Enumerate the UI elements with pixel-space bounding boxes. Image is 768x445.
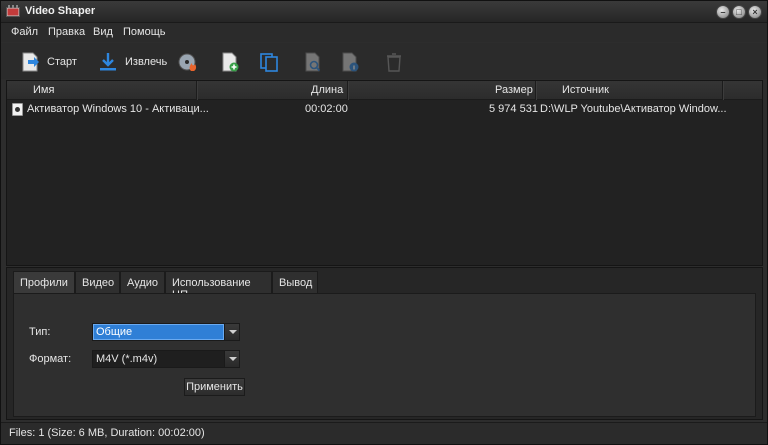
tab-output[interactable]: Вывод	[272, 271, 318, 293]
chevron-down-icon[interactable]	[224, 351, 239, 367]
preview-button[interactable]	[302, 49, 324, 75]
format-label: Формат:	[29, 353, 72, 365]
column-duration[interactable]: Длина	[311, 84, 343, 96]
download-icon	[100, 53, 116, 71]
tab-audio[interactable]: Аудио	[120, 271, 165, 293]
extract-button[interactable]: Извлечь	[97, 49, 167, 75]
menu-view[interactable]: Вид	[93, 26, 113, 38]
film-icon	[6, 5, 20, 17]
video-file-icon	[12, 103, 23, 116]
tab-cpu-usage[interactable]: Использование ЦП	[165, 271, 272, 301]
column-separator[interactable]	[722, 81, 723, 100]
settings-panel: Профили Видео Аудио Использование ЦП Выв…	[6, 267, 763, 420]
type-select[interactable]: Общие	[92, 323, 240, 341]
trash-icon	[387, 53, 401, 72]
menu-help[interactable]: Помощь	[123, 26, 166, 38]
menu-bar: Файл Правка Вид Помощь	[1, 23, 767, 42]
delete-button[interactable]	[383, 49, 405, 75]
add-file-icon	[222, 52, 239, 72]
column-separator[interactable]	[535, 81, 536, 100]
column-source[interactable]: Источник	[562, 84, 609, 96]
info-button[interactable]	[339, 49, 361, 75]
file-list[interactable]: Имя Длина Размер Источник Активатор Wind…	[6, 80, 763, 266]
main-window: Video Shaper – □ × Файл Правка Вид Помощ…	[0, 0, 768, 445]
minimize-button[interactable]: –	[716, 5, 730, 19]
status-bar: Files: 1 (Size: 6 MB, Duration: 00:02:00…	[1, 422, 767, 444]
start-button[interactable]: Старт	[19, 49, 77, 75]
cell-name: Активатор Windows 10 - Активаци...	[27, 103, 209, 115]
tab-profiles[interactable]: Профили	[13, 271, 75, 295]
title-bar[interactable]: Video Shaper – □ ×	[1, 1, 767, 23]
column-separator[interactable]	[196, 81, 197, 100]
close-button[interactable]: ×	[748, 5, 762, 19]
tab-video[interactable]: Видео	[75, 271, 120, 293]
start-label: Старт	[47, 56, 77, 68]
status-text: Files: 1 (Size: 6 MB, Duration: 00:02:00…	[9, 427, 205, 439]
window-title: Video Shaper	[25, 5, 96, 17]
cell-duration: 00:02:00	[305, 103, 348, 115]
burn-button[interactable]	[177, 49, 199, 75]
type-select-text: Общие	[96, 326, 133, 338]
table-row[interactable]: Активатор Windows 10 - Активаци... 00:02…	[7, 101, 762, 118]
copy-button[interactable]	[258, 49, 280, 75]
column-name[interactable]: Имя	[33, 84, 54, 96]
cell-source: D:\WLP Youtube\Активатор Window...	[540, 103, 727, 115]
file-search-icon	[305, 52, 321, 72]
list-header: Имя Длина Размер Источник	[7, 81, 762, 100]
maximize-button[interactable]: □	[732, 5, 746, 19]
copy-icon	[260, 53, 278, 72]
toolbar: Старт Извлечь	[1, 43, 767, 79]
column-separator[interactable]	[347, 81, 348, 100]
column-size[interactable]: Размер	[495, 84, 533, 96]
start-icon	[22, 52, 39, 72]
extract-label: Извлечь	[125, 56, 168, 68]
disc-burn-icon	[178, 53, 197, 71]
chevron-down-icon[interactable]	[224, 324, 239, 340]
format-select[interactable]: M4V (*.m4v)	[92, 350, 240, 368]
profiles-tab-content: Тип: Общие Формат: M4V (*.m4v) Применить	[13, 293, 756, 417]
menu-edit[interactable]: Правка	[48, 26, 85, 38]
format-select-text: M4V (*.m4v)	[96, 353, 158, 365]
cell-size: 5 974 531	[489, 103, 538, 115]
menu-file[interactable]: Файл	[11, 26, 38, 38]
add-file-button[interactable]	[219, 49, 241, 75]
type-label: Тип:	[29, 326, 51, 338]
apply-button[interactable]: Применить	[184, 378, 245, 396]
file-info-icon	[342, 52, 359, 72]
